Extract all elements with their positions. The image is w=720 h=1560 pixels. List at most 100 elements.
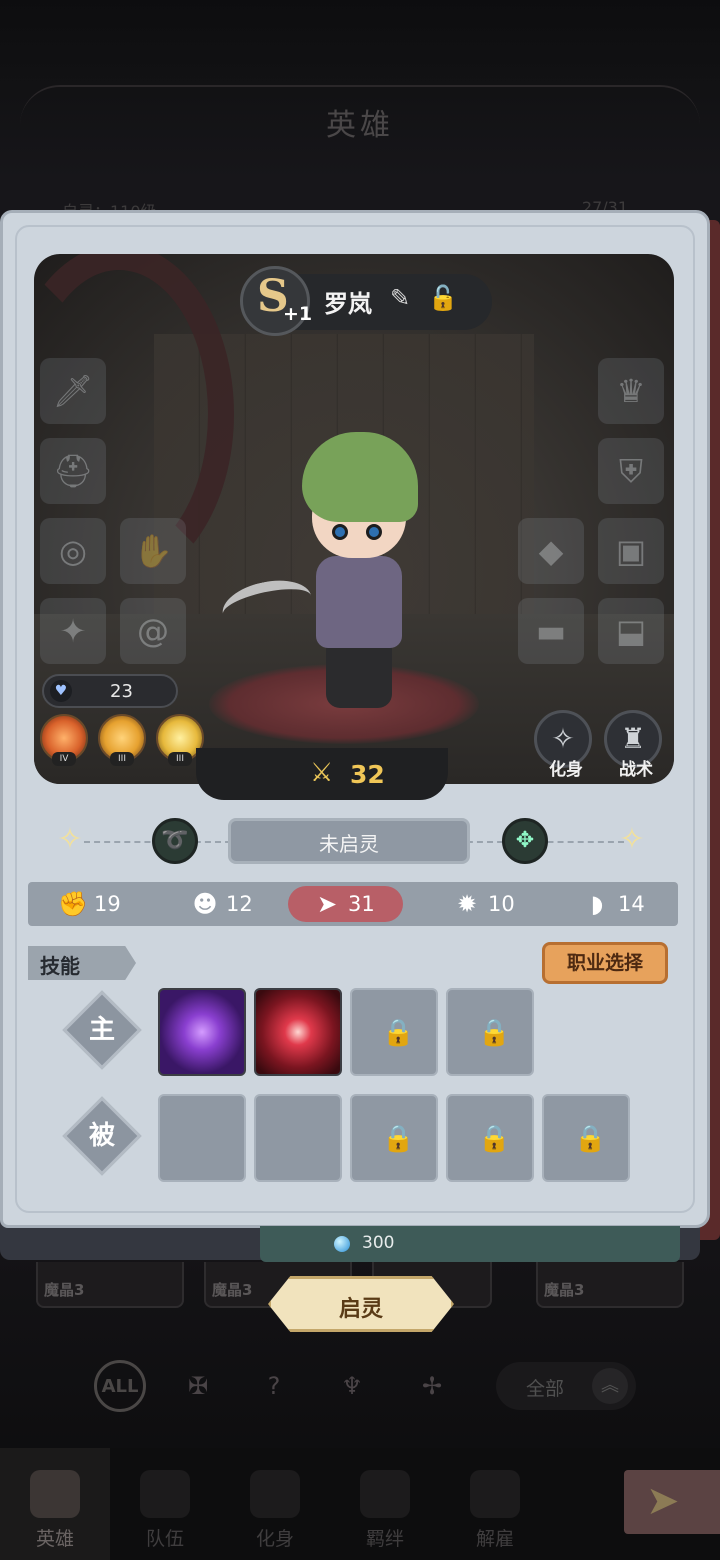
- tactic-button[interactable]: ♜ 战术: [604, 710, 662, 780]
- lock-icon: 🔒: [478, 1018, 511, 1048]
- background-card-label: 魔晶3: [544, 1281, 585, 1299]
- lock-icon: 🔒: [478, 1124, 511, 1154]
- skill-slot-locked[interactable]: 🔒: [446, 988, 534, 1076]
- avatar-button[interactable]: ✧ 化身: [534, 710, 592, 780]
- filter-all-icon: ALL: [94, 1360, 146, 1412]
- boots-slot-icon[interactable]: ⬓: [598, 598, 664, 664]
- stat-value: 14: [618, 892, 645, 916]
- crown-slot-icon[interactable]: ♛: [598, 358, 664, 424]
- filter-dropdown-label: 全部: [526, 1378, 565, 1400]
- stat-agility: ➤ 31: [288, 886, 403, 922]
- trait-flame-icon[interactable]: III: [98, 714, 146, 766]
- skill-slot-locked[interactable]: 🔒: [446, 1094, 534, 1182]
- star-right-icon: ✧: [619, 822, 645, 857]
- nav-tab-avatar: 化身: [220, 1448, 330, 1560]
- hero-legs: [326, 642, 392, 708]
- lock-icon: 🔒: [574, 1124, 607, 1154]
- stat-value: 10: [488, 892, 515, 916]
- hero-hair: [302, 432, 418, 522]
- stat-value: 12: [226, 892, 253, 916]
- hero-body: [316, 556, 402, 648]
- rune-slot-icon[interactable]: ✦: [40, 598, 106, 664]
- filter-guardian-icon: ♆: [341, 1372, 363, 1400]
- filter-mystic-icon: ?: [267, 1372, 281, 1400]
- character-stage: S +1 罗岚 ✎ 🔓 🗡 ⛑ ◎ ✋ ✦ @ ♛ ⛨ ◆ ▣ ▬ ⬓ ♥ 23…: [34, 254, 674, 784]
- skills-header: 技能: [28, 946, 136, 980]
- nav-tab-heroes: 英雄: [0, 1448, 110, 1560]
- trait-level: III: [110, 752, 134, 766]
- hero-level-pill: ♥ 23: [42, 674, 178, 708]
- skill-slot-locked[interactable]: 🔒: [542, 1094, 630, 1182]
- scroll-icon: [470, 1470, 520, 1518]
- nav-tab-dismiss: 解雇: [440, 1448, 550, 1560]
- lock-icon: 🔒: [382, 1018, 415, 1048]
- stat-spirit: ✹ 10: [452, 886, 515, 922]
- stat-intelligence: ☻ 12: [190, 886, 253, 922]
- skill-slot-blood-eye[interactable]: [254, 988, 342, 1076]
- pants-slot-icon[interactable]: ▣: [598, 518, 664, 584]
- belt-slot-icon[interactable]: ▬: [518, 598, 584, 664]
- boot-icon: ➤: [316, 890, 338, 918]
- rank-badge[interactable]: S +1: [240, 266, 313, 336]
- flag-icon: [140, 1470, 190, 1518]
- trait-level: III: [168, 752, 192, 766]
- glove-slot-icon[interactable]: ✋: [120, 518, 186, 584]
- awaken-cost-strip: 300: [260, 1226, 680, 1262]
- skill-slot-locked[interactable]: 🔒: [350, 1094, 438, 1182]
- nav-tab-team: 队伍: [110, 1448, 220, 1560]
- foot-icon: ◗: [590, 890, 604, 918]
- stat-value: 19: [94, 892, 121, 916]
- ring-slot-icon[interactable]: ◎: [40, 518, 106, 584]
- spirit-wind-icon[interactable]: ➰: [152, 818, 198, 864]
- background-card-label: 魔晶3: [44, 1281, 85, 1299]
- skill-slot-shadow-strike[interactable]: [158, 988, 246, 1076]
- spirit-status[interactable]: 未启灵: [228, 818, 470, 864]
- job-select-button[interactable]: 职业选择: [542, 942, 668, 984]
- unlock-icon[interactable]: 🔓: [428, 284, 458, 314]
- nav-tab-label: 解雇: [475, 1528, 514, 1550]
- background-filter-bar: ALL ✠ ? ♆ ✢ 全部 ︽: [88, 1358, 688, 1414]
- bottom-nav: 英雄 队伍 化身 羁绊 解雇: [0, 1448, 720, 1560]
- chevron-up-icon: ︽: [592, 1368, 628, 1404]
- trait-claw-icon[interactable]: IV: [40, 714, 88, 766]
- armor-slot-icon[interactable]: ⛨: [598, 438, 664, 504]
- spirit-track: ✧ ➰ 未启灵 ✥ ✧: [34, 814, 674, 870]
- combat-power-value: 32: [350, 760, 385, 789]
- hero-name: 罗岚: [324, 290, 372, 318]
- nav-tab-label: 化身: [255, 1528, 294, 1550]
- cards-icon: [250, 1470, 300, 1518]
- nav-tab-label: 羁绊: [365, 1528, 404, 1550]
- helmet-slot-icon[interactable]: ⛑: [40, 438, 106, 504]
- trait-level: IV: [52, 752, 76, 766]
- hero-eye: [332, 524, 348, 540]
- background-title: 英雄: [326, 108, 394, 143]
- helmet-icon: [30, 1470, 80, 1518]
- rank-plus: +1: [283, 303, 313, 325]
- awaken-cost: 300: [362, 1233, 395, 1253]
- stat-speed: ◗ 14: [582, 886, 645, 922]
- stat-value: 31: [348, 892, 375, 916]
- nav-tab-bonds: 羁绊: [330, 1448, 440, 1560]
- shield-slot-icon[interactable]: ◆: [518, 518, 584, 584]
- nav-tab-label: 英雄: [35, 1528, 74, 1550]
- spiral-slot-icon[interactable]: @: [120, 598, 186, 664]
- hero-sprite: [218, 432, 432, 722]
- lock-icon: 🔒: [382, 1124, 415, 1154]
- crossed-swords-icon: ⚔: [310, 758, 334, 788]
- spark-icon: ✹: [456, 890, 478, 918]
- head-icon: ☻: [192, 890, 218, 918]
- awaken-button[interactable]: 启灵: [268, 1276, 454, 1332]
- edit-icon[interactable]: ✎: [390, 284, 418, 314]
- filter-dropdown: 全部 ︽: [496, 1362, 636, 1410]
- spirit-compass-icon[interactable]: ✥: [502, 818, 548, 864]
- background-card-label: 魔晶3: [212, 1281, 253, 1299]
- skill-slot-locked[interactable]: 🔒: [350, 988, 438, 1076]
- tactic-button-label: 战术: [619, 760, 653, 780]
- skill-slot-empty[interactable]: [158, 1094, 246, 1182]
- fist-icon: ✊: [58, 890, 88, 918]
- skills-header-label: 技能: [40, 954, 80, 978]
- bond-icon: [360, 1470, 410, 1518]
- skill-slot-empty[interactable]: [254, 1094, 342, 1182]
- awaken-button-label: 启灵: [338, 1297, 383, 1322]
- weapon-slot-icon[interactable]: 🗡: [40, 358, 106, 424]
